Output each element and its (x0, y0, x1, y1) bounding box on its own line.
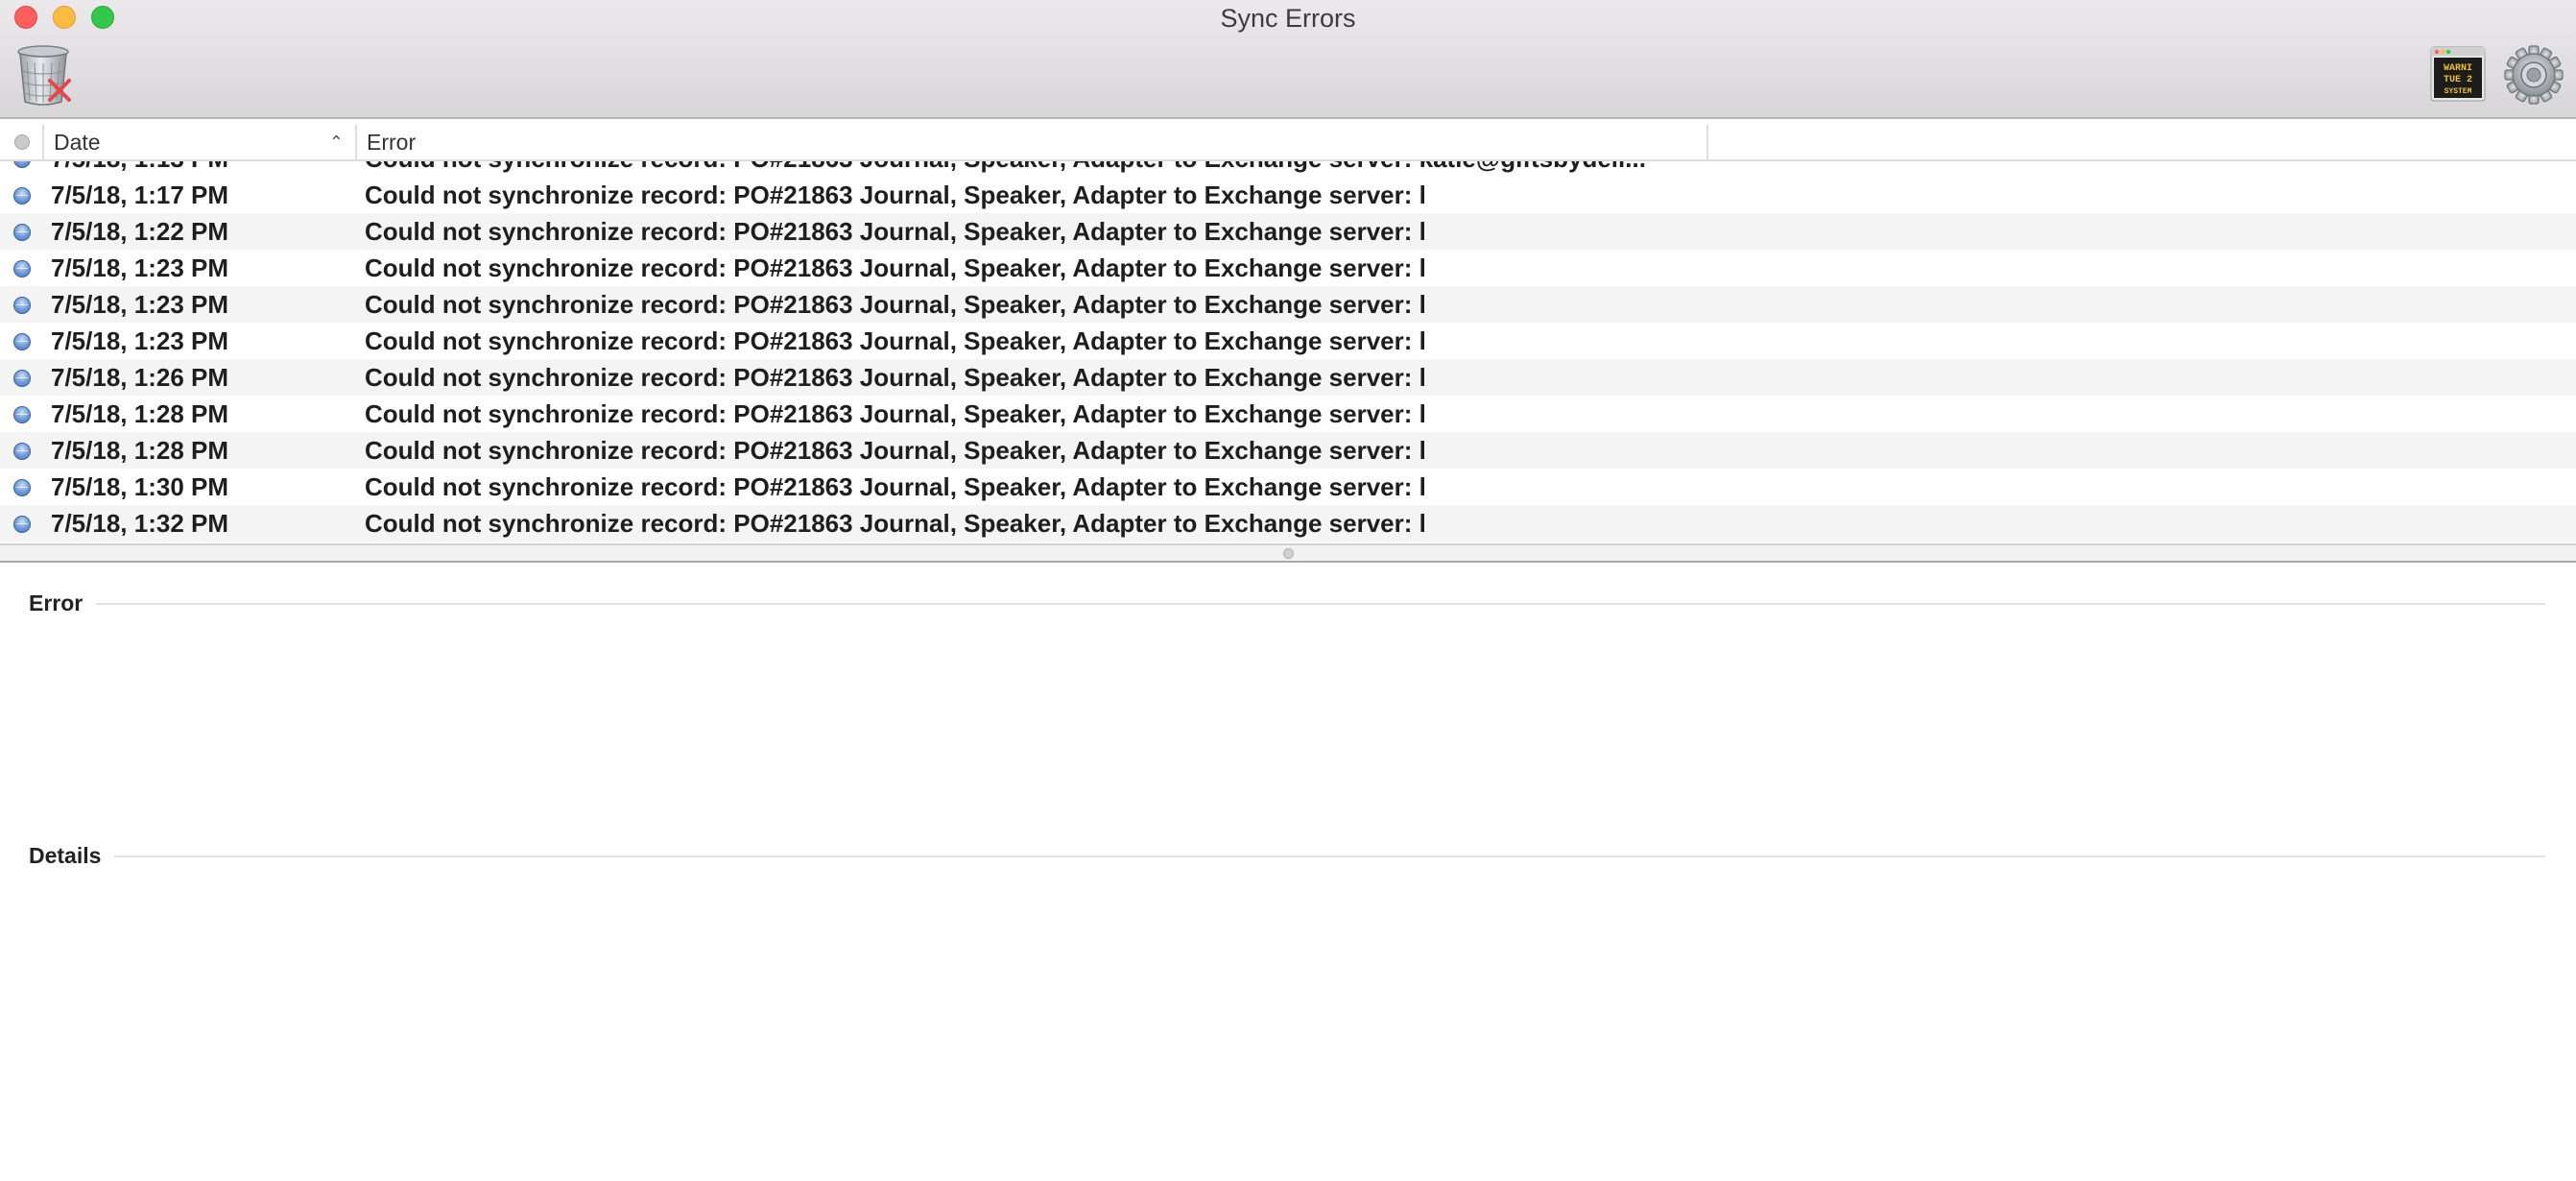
row-date: 7/5/18, 1:28 PM (51, 399, 228, 428)
error-section-label: Error (29, 589, 97, 617)
table-row[interactable]: 7/5/18, 1:32 PM Could not synchronize re… (0, 505, 2576, 542)
table-row[interactable]: 7/5/18, 1:17 PM Could not synchronize re… (0, 177, 2576, 213)
row-error: Could not synchronize record: PO#21863 J… (365, 399, 1426, 428)
table-row[interactable]: 7/5/18, 1:23 PM Could not synchronize re… (0, 323, 2576, 359)
status-dot-icon (14, 134, 30, 150)
row-error: Could not synchronize record: PO#21863 J… (365, 290, 1426, 319)
svg-text:WARNI: WARNI (2444, 63, 2472, 74)
status-dot-icon (13, 224, 31, 241)
error-table[interactable]: 7/5/18, 1:13 PM Could not synchronize re… (0, 161, 2576, 543)
table-row[interactable]: 7/5/18, 1:22 PM Could not synchronize re… (0, 213, 2576, 250)
column-header-error-label: Error (367, 130, 417, 155)
table-row[interactable]: 7/5/18, 1:26 PM Could not synchronize re… (0, 359, 2576, 396)
row-date: 7/5/18, 1:23 PM (51, 253, 228, 282)
row-date: 7/5/18, 1:13 PM (51, 161, 228, 177)
row-date: 7/5/18, 1:17 PM (51, 181, 228, 209)
section-divider (29, 856, 2545, 857)
row-error: Could not synchronize record: PO#21863 J… (365, 253, 1426, 282)
details-section-label: Details (29, 841, 115, 870)
row-error: Could not synchronize record: PO#21863 J… (365, 217, 1426, 246)
status-dot-icon (13, 297, 31, 314)
status-dot-icon (13, 370, 31, 387)
svg-text:SYSTEM: SYSTEM (2445, 87, 2472, 96)
status-dot-icon (13, 479, 31, 496)
row-error: Could not synchronize record: PO#21863 J… (365, 363, 1426, 392)
window-toolbar: Sync Errors WARNI TUE 2 SYSTEM (0, 0, 2576, 119)
column-header-date-label: Date (54, 130, 101, 155)
table-row[interactable]: 7/5/18, 1:28 PM Could not synchronize re… (0, 396, 2576, 432)
status-dot-icon (13, 516, 31, 533)
row-date: 7/5/18, 1:26 PM (51, 363, 228, 392)
row-error: Could not synchronize record: PO#21863 J… (365, 161, 1689, 177)
status-dot-icon (13, 187, 31, 205)
sort-ascending-icon: ⌃ (328, 133, 344, 152)
table-row[interactable]: 7/5/18, 1:28 PM Could not synchronize re… (0, 432, 2576, 469)
splitter-grip-icon[interactable] (1283, 548, 1294, 559)
table-row[interactable]: 7/5/18, 1:30 PM Could not synchronize re… (0, 469, 2576, 505)
trash-icon[interactable] (13, 42, 77, 108)
status-dot-icon (13, 443, 31, 460)
row-date: 7/5/18, 1:23 PM (51, 326, 228, 355)
row-date: 7/5/18, 1:28 PM (51, 436, 228, 465)
row-error: Could not synchronize record: PO#21863 J… (365, 509, 1426, 538)
row-error: Could not synchronize record: PO#21863 J… (365, 326, 1426, 355)
table-row[interactable]: 7/5/18, 1:13 PM Could not synchronize re… (0, 161, 2576, 177)
row-date: 7/5/18, 1:23 PM (51, 290, 228, 319)
table-row[interactable]: 7/5/18, 1:23 PM Could not synchronize re… (0, 250, 2576, 286)
row-date: 7/5/18, 1:30 PM (51, 472, 228, 501)
section-divider (29, 603, 2545, 605)
row-error: Could not synchronize record: PO#21863 J… (365, 436, 1426, 465)
table-header: Date ⌃ Error (0, 125, 2576, 161)
split-view-divider[interactable] (0, 543, 2576, 563)
status-dot-icon (13, 333, 31, 350)
table-row[interactable]: 7/5/18, 1:23 PM Could not synchronize re… (0, 286, 2576, 323)
error-section: Error (29, 589, 2545, 617)
status-dot-icon (13, 406, 31, 423)
row-error: Could not synchronize record: PO#21863 J… (365, 472, 1426, 501)
gear-icon[interactable] (2503, 44, 2564, 106)
column-header-date[interactable]: Date ⌃ (44, 125, 357, 159)
row-date: 7/5/18, 1:32 PM (51, 509, 228, 538)
warning-system-icon[interactable]: WARNI TUE 2 SYSTEM (2430, 46, 2486, 102)
window-title: Sync Errors (1220, 4, 1356, 33)
column-header-status[interactable] (0, 125, 44, 159)
svg-text:TUE 2: TUE 2 (2444, 75, 2472, 85)
status-dot-icon (13, 260, 31, 277)
details-section: Details (29, 841, 2545, 870)
column-header-error[interactable]: Error (357, 125, 1708, 159)
row-error: Could not synchronize record: PO#21863 J… (365, 181, 1426, 209)
row-date: 7/5/18, 1:22 PM (51, 217, 228, 246)
